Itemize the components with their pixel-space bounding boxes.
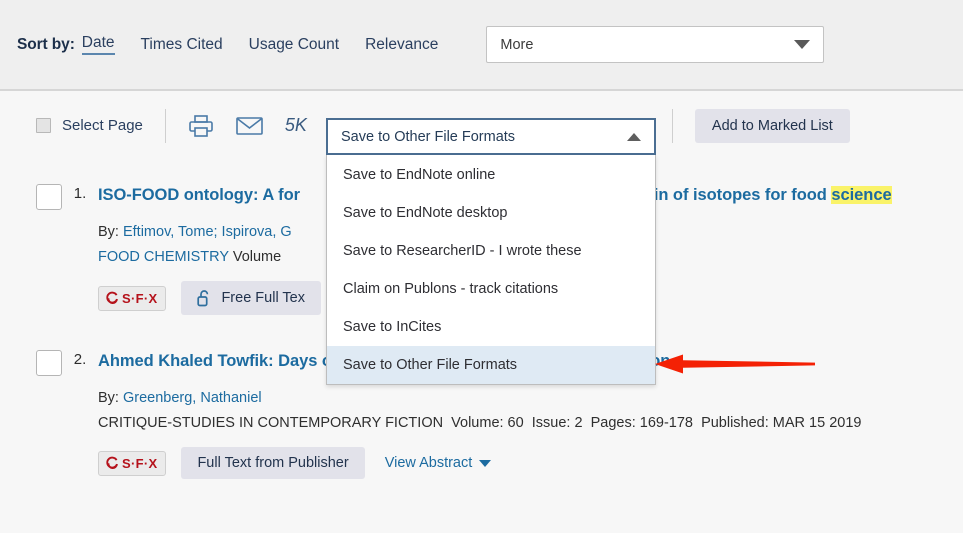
more-sort-select[interactable]: More [486,26,825,63]
sfx-link-button[interactable]: S·F·X [98,450,167,476]
more-select-value: More [500,36,534,53]
sfx-swirl-icon [106,456,118,469]
result-title-highlight: science [831,186,892,204]
by-label: By: [98,390,119,406]
result-title-part-1: ISO-FOOD ontology: A for [98,186,300,204]
full-text-label: Full Text from Publisher [197,455,349,471]
result-authors-line: By: Greenberg, Nathaniel [98,388,963,409]
chevron-down-icon [794,40,811,49]
result-number: 2. [73,351,87,368]
sort-option-relevance[interactable]: Relevance [365,36,438,54]
save-option-other-file-formats[interactable]: Save to Other File Formats [327,346,655,384]
save-dropdown-menu: Save to EndNote online Save to EndNote d… [326,155,656,385]
toolbar-divider [164,108,166,143]
save-option-publons[interactable]: Claim on Publons - track citations [327,270,655,308]
free-full-text-button[interactable]: Free Full Tex [181,281,321,315]
sfx-swirl-icon [106,291,118,304]
open-lock-icon [197,289,211,307]
save-dropdown-value: Save to Other File Formats [341,128,516,145]
full-text-from-publisher-button[interactable]: Full Text from Publisher [181,447,365,479]
result-journal-name[interactable]: FOOD CHEMISTRY [98,249,229,265]
save-option-endnote-online[interactable]: Save to EndNote online [327,156,655,194]
result-checkbox[interactable] [36,184,62,210]
result-journal-name: CRITIQUE-STUDIES IN CONTEMPORARY FICTION [98,415,444,431]
save-option-incites[interactable]: Save to InCites [327,308,655,346]
result-authors-link[interactable]: Eftimov, Tome; Ispirova, G [123,224,292,240]
sfx-label: S·F·X [122,290,158,306]
result-actions: S·F·X Full Text from Publisher View Abst… [98,447,963,479]
result-number: 1. [73,185,87,202]
result-volume: Volume: 60 [451,415,524,431]
sort-bar: Sort by: Date Times Cited Usage Count Re… [0,0,963,91]
add-to-marked-list-button[interactable]: Add to Marked List [694,108,850,143]
sfx-link-button[interactable]: S·F·X [98,285,167,311]
sort-option-usage-count[interactable]: Usage Count [249,36,339,54]
select-page-checkbox[interactable] [36,118,51,133]
result-published: Published: MAR 15 2019 [701,415,862,431]
envelope-icon[interactable] [236,116,263,136]
result-authors-link[interactable]: Greenberg, Nathaniel [123,390,262,406]
chevron-down-icon [479,459,492,467]
toolbar-divider-2 [671,108,673,143]
printer-icon[interactable] [188,114,214,138]
export-count-button[interactable]: 5K [285,115,307,136]
sort-by-label: Sort by: [17,35,75,53]
chevron-up-icon [627,132,641,141]
save-option-endnote-desktop[interactable]: Save to EndNote desktop [327,194,655,232]
save-dropdown: Save to Other File Formats Save to EndNo… [326,118,656,385]
select-page-label[interactable]: Select Page [62,117,143,134]
sfx-label: S·F·X [122,455,158,471]
result-issue: Issue: 2 [531,415,583,431]
result-checkbox[interactable] [36,350,62,376]
result-pages: Pages: 169-178 [590,415,693,431]
view-abstract-label: View Abstract [384,455,473,471]
by-label: By: [98,224,119,240]
save-dropdown-toggle[interactable]: Save to Other File Formats [326,118,656,155]
view-abstract-toggle[interactable]: View Abstract [385,455,492,471]
sort-option-times-cited[interactable]: Times Cited [141,36,223,54]
result-source-volume: Volume [232,249,282,265]
sort-option-date[interactable]: Date [81,34,115,55]
free-full-text-label: Free Full Tex [221,290,305,306]
result-source-line: CRITIQUE-STUDIES IN CONTEMPORARY FICTION… [98,413,963,434]
save-option-researcherid[interactable]: Save to ResearcherID - I wrote these [327,232,655,270]
